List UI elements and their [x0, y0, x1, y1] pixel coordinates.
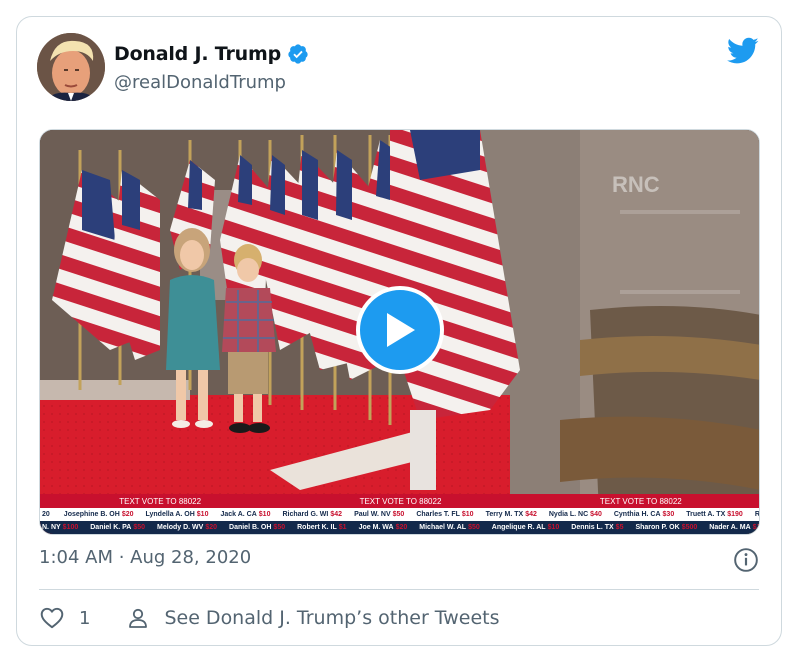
donation-amount: $42	[330, 511, 343, 518]
ticker-entry: Robert K. IL $1	[297, 524, 346, 531]
donor-name: 20	[42, 511, 50, 518]
tweet-actions: 1 See Donald J. Trump’s other Tweets	[39, 603, 500, 633]
ticker-entry: Dennis L. TX $5	[571, 524, 623, 531]
tweet-timestamp[interactable]: 1:04 AM · Aug 28, 2020	[39, 547, 251, 568]
ticker-header-text: TEXT VOTE TO 88022	[599, 496, 682, 506]
see-more-tweets-link[interactable]: See Donald J. Trump’s other Tweets	[126, 606, 500, 630]
play-button[interactable]	[356, 286, 444, 374]
donation-amount: $30	[662, 511, 675, 518]
ticker-entry: Nydia L. NC $40	[549, 511, 602, 518]
donor-name: Joe M. WA	[358, 524, 394, 531]
rnc-watermark: RNC	[612, 172, 660, 197]
ticker-entry: 20	[42, 511, 52, 518]
donor-name: Truett A. TX	[686, 511, 726, 518]
donor-name: Daniel K. PA	[90, 524, 132, 531]
donation-amount: $50	[133, 524, 146, 531]
donation-amount: $42	[525, 511, 537, 518]
donation-amount: $10	[547, 524, 560, 531]
info-icon[interactable]	[733, 547, 759, 573]
ticker-entry: Michael W. AL $50	[419, 524, 480, 531]
ticker-entry: Sharon P. OK $500	[635, 524, 697, 531]
donation-amount: $50	[468, 524, 480, 531]
donation-amount: $500	[681, 524, 698, 531]
donor-name: Nydia L. NC	[548, 511, 589, 518]
donation-amount: $20	[205, 524, 218, 531]
donor-name: Daniel B. OH	[229, 524, 272, 531]
avatar-image	[37, 33, 105, 101]
like-button[interactable]: 1	[39, 605, 90, 631]
video-player[interactable]: RNC TEXT VOTE TO 88022 TEXT VOTE TO 8802…	[39, 129, 760, 535]
ticker-entry: Richard G. WI $42	[282, 511, 342, 518]
ticker-entry: Truett A. TX $190	[686, 511, 743, 518]
ticker-entry: N. NY $100	[42, 524, 78, 531]
ticker-entry: Daniel K. PA $50	[90, 524, 145, 531]
donor-name: Josephine B. OH	[63, 511, 120, 518]
ticker-entry: Charles T. FL $10	[416, 511, 473, 518]
donor-name: Nader A. MA	[709, 524, 751, 531]
donor-name: Angelique R. AL	[491, 524, 546, 531]
play-icon	[387, 313, 415, 347]
ticker-header-text: TEXT VOTE TO 88022	[119, 496, 202, 506]
donor-name: Cynthia H. CA	[613, 511, 661, 518]
donation-amount: $15	[752, 524, 759, 531]
donor-name: Terry M. TX	[485, 511, 524, 518]
like-count: 1	[79, 607, 91, 629]
ticker-header-text: TEXT VOTE TO 88022	[359, 496, 442, 506]
donation-amount: $1	[338, 524, 347, 531]
ticker-entry: Cynthia H. CA $30	[614, 511, 674, 518]
ticker-entry: Joe M. WA $20	[359, 524, 408, 531]
person-icon	[129, 608, 148, 628]
donation-amount: $10	[196, 511, 209, 518]
ticker-row: 20 Josephine B. OH $20 Lyndella A. OH $10 Jac…	[40, 508, 760, 521]
see-more-label: See Donald J. Trump’s other Tweets	[164, 607, 500, 629]
donor-ticker: TEXT VOTE TO 88022 TEXT VOTE TO 88022 TE…	[40, 494, 760, 534]
donation-amount: $190	[727, 511, 743, 518]
donor-name: Sharon P. OK	[635, 524, 680, 531]
donor-name: Charles T. FL	[416, 511, 460, 518]
ticker-entry: Angelique R. AL $10	[492, 524, 559, 531]
donation-amount: $5	[615, 524, 624, 531]
donor-name: Melody D. WV	[157, 524, 204, 531]
author-handle[interactable]: @realDonaldTrump	[114, 72, 309, 93]
author-name-row: Donald J. Trump	[114, 39, 309, 69]
donor-name: Jack A. CA	[220, 511, 257, 518]
donation-amount: $20	[121, 511, 134, 518]
tweet-card[interactable]: Donald J. Trump @realDonaldTrump RNC TEX…	[16, 16, 782, 646]
avatar[interactable]	[37, 33, 105, 101]
twitter-bird-icon[interactable]	[727, 37, 759, 65]
ticker-entry: Lyndella A. OH $10	[146, 511, 209, 518]
donor-name: Paul W. NV	[354, 511, 391, 518]
ticker-header: TEXT VOTE TO 88022 TEXT VOTE TO 88022 TE…	[40, 494, 759, 508]
donor-name: N. NY	[42, 524, 61, 531]
donation-amount: $10	[258, 511, 271, 518]
donation-amount: $10	[461, 511, 474, 518]
divider	[39, 589, 759, 590]
ticker-entry: Daniel B. OH $50	[229, 524, 285, 531]
author-name[interactable]: Donald J. Trump	[114, 43, 281, 65]
author-block[interactable]: Donald J. Trump @realDonaldTrump	[114, 39, 309, 93]
ticker-entry: Melody D. WV $20	[157, 524, 217, 531]
donation-amount: $100	[62, 524, 79, 531]
donor-name: Robert K. IL	[297, 524, 337, 531]
donor-name: Ricardo H. AZ	[754, 511, 760, 518]
ticker-row: N. NY $100 Daniel K. PA $50 Melody D. WV $20 D…	[40, 521, 759, 534]
ticker-entry: Nader A. MA$15	[709, 524, 759, 531]
ticker-entry: Jack A. CA $10	[220, 511, 270, 518]
ticker-entry: Terry M. TX $42	[486, 511, 537, 518]
donor-name: Richard G. WI	[282, 511, 329, 518]
donation-amount: $50	[273, 524, 286, 531]
donor-name: Michael W. AL	[419, 524, 467, 531]
ticker-entry: Paul W. NV $50	[354, 511, 404, 518]
donation-amount: $20	[395, 524, 408, 531]
heart-icon	[40, 607, 64, 629]
donation-amount: $50	[392, 511, 405, 518]
donor-name: Dennis L. TX	[571, 524, 614, 531]
donation-amount: $40	[590, 511, 602, 518]
ticker-entry: Ricardo H. AZ$100	[754, 511, 760, 518]
donor-name: Lyndella A. OH	[145, 511, 195, 518]
verified-badge-icon	[288, 44, 308, 64]
ticker-entry: Josephine B. OH $20	[64, 511, 134, 518]
